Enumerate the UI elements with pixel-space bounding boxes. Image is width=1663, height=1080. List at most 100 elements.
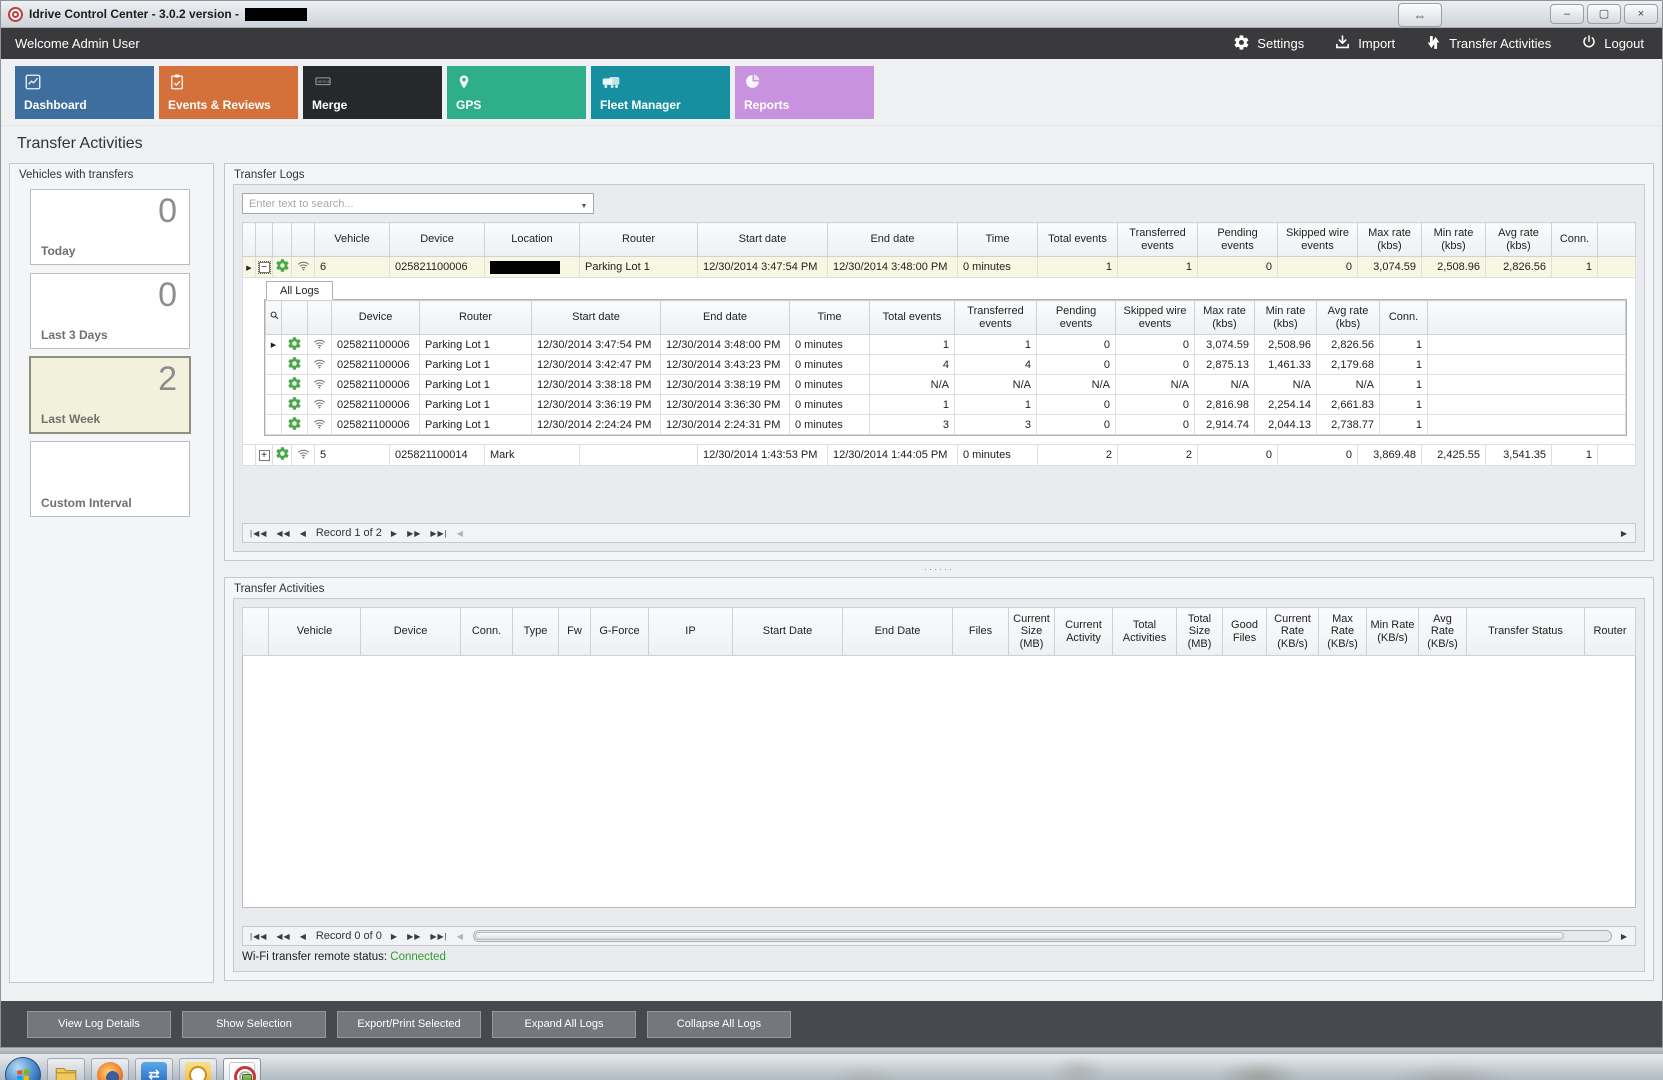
column-header[interactable]: Vehicle	[315, 223, 390, 257]
column-header[interactable]: Start Date	[733, 608, 843, 656]
column-header[interactable]: Conn.	[1552, 223, 1598, 257]
next-page-button[interactable]	[407, 932, 421, 941]
outlook-icon[interactable]	[179, 1058, 217, 1080]
column-header[interactable]: Router	[580, 223, 698, 257]
column-header[interactable]: Total Activities	[1113, 608, 1177, 656]
column-header[interactable]: Current Rate (KB/s)	[1267, 608, 1319, 656]
detail-log-row[interactable]: 025821100006 Parking Lot 1 12/30/2014 3:…	[266, 355, 1626, 375]
expand-row-button[interactable]	[256, 445, 273, 466]
column-header[interactable]: IP	[649, 608, 733, 656]
logout-button[interactable]: Logout	[1581, 34, 1644, 54]
tab-gps[interactable]: GPS	[447, 66, 586, 119]
column-header[interactable]: Transferred events	[1118, 223, 1198, 257]
column-header[interactable]: Skipped wire events	[1116, 301, 1195, 335]
minimize-button[interactable]: –	[1550, 4, 1584, 24]
settings-button[interactable]: Settings	[1233, 34, 1304, 54]
last-record-button[interactable]	[430, 529, 447, 538]
column-header[interactable]: Conn.	[1380, 301, 1428, 335]
footer-button[interactable]: Export/Print Selected	[337, 1011, 481, 1038]
prev-record-button[interactable]	[300, 529, 307, 538]
chevron-down-icon[interactable]	[575, 195, 593, 213]
column-header[interactable]: Conn.	[461, 608, 513, 656]
column-header[interactable]: Router	[1585, 608, 1636, 656]
first-record-button[interactable]	[250, 932, 267, 941]
column-header[interactable]: Skipped wire events	[1278, 223, 1358, 257]
tab-merge[interactable]: Merge	[303, 66, 442, 119]
all-logs-tab[interactable]: All Logs	[266, 281, 333, 300]
idrive-app-icon[interactable]	[223, 1058, 261, 1080]
column-header[interactable]: End Date	[843, 608, 953, 656]
explorer-icon[interactable]	[47, 1058, 85, 1080]
column-header[interactable]: Transfer Status	[1467, 608, 1585, 656]
column-header[interactable]: Device	[390, 223, 485, 257]
footer-button[interactable]: Collapse All Logs	[647, 1011, 791, 1038]
search-icon[interactable]	[266, 301, 282, 335]
scroll-right-icon[interactable]	[1621, 932, 1628, 941]
column-header[interactable]: Time	[958, 223, 1038, 257]
footer-button[interactable]: Expand All Logs	[492, 1011, 636, 1038]
column-header[interactable]: End date	[661, 301, 790, 335]
import-button[interactable]: Import	[1334, 34, 1395, 54]
column-header[interactable]: Device	[332, 301, 420, 335]
next-record-button[interactable]	[391, 932, 398, 941]
column-header[interactable]: Avg Rate (KB/s)	[1419, 608, 1467, 656]
search-input[interactable]	[243, 198, 575, 210]
log-row[interactable]: 6 025821100006 Parking Lot 1 12/30/2014 …	[243, 257, 1636, 278]
tab-events-reviews[interactable]: Events & Reviews	[159, 66, 298, 119]
detail-log-row[interactable]: 025821100006 Parking Lot 1 12/30/2014 2:…	[266, 415, 1626, 435]
column-header[interactable]: G-Force	[591, 608, 649, 656]
detail-log-row[interactable]: 025821100006 Parking Lot 1 12/30/2014 3:…	[266, 395, 1626, 415]
tab-dashboard[interactable]: Dashboard	[15, 66, 154, 119]
close-button[interactable]: ×	[1624, 4, 1658, 24]
column-header[interactable]: End date	[828, 223, 958, 257]
filter-card-today[interactable]: 0 Today	[30, 189, 190, 265]
horizontal-scrollbar[interactable]	[473, 930, 1612, 942]
column-header[interactable]: Max Rate (KB/s)	[1319, 608, 1367, 656]
teamviewer-icon[interactable]	[135, 1058, 173, 1080]
first-record-button[interactable]	[250, 529, 267, 538]
quickconnect-button[interactable]: ⇔	[1398, 3, 1442, 27]
tab-reports[interactable]: Reports	[735, 66, 874, 119]
column-header[interactable]: Max rate (kbs)	[1195, 301, 1255, 335]
transfer-activities-button[interactable]: Transfer Activities	[1425, 34, 1551, 54]
column-header[interactable]: Total Size (MB)	[1177, 608, 1223, 656]
last-record-button[interactable]	[430, 932, 447, 941]
footer-button[interactable]: Show Selection	[182, 1011, 326, 1038]
column-header[interactable]: Current Size (MB)	[1009, 608, 1055, 656]
panel-splitter[interactable]	[224, 561, 1654, 577]
search-box[interactable]	[242, 193, 594, 214]
column-header[interactable]: Pending events	[1037, 301, 1116, 335]
scroll-left-icon[interactable]	[457, 932, 464, 941]
filter-card-custom-interval[interactable]: Custom Interval	[30, 441, 190, 517]
log-row[interactable]: 5 025821100014 Mark 12/30/2014 1:43:53 P…	[243, 445, 1636, 466]
column-header[interactable]: Start date	[532, 301, 661, 335]
detail-log-row[interactable]: 025821100006 Parking Lot 1 12/30/2014 3:…	[266, 375, 1626, 395]
column-header[interactable]: Fw	[559, 608, 591, 656]
column-header[interactable]: Router	[420, 301, 532, 335]
filter-card-last-week[interactable]: 2 Last Week	[30, 357, 190, 433]
column-header[interactable]: Total events	[870, 301, 955, 335]
column-header[interactable]: Transferred events	[955, 301, 1037, 335]
column-header[interactable]: Good Files	[1223, 608, 1267, 656]
scrollbar-thumb[interactable]	[475, 932, 1565, 940]
prev-page-button[interactable]	[276, 529, 290, 538]
firefox-icon[interactable]	[91, 1058, 129, 1080]
maximize-button[interactable]: ▢	[1587, 4, 1621, 24]
column-header[interactable]: Max rate (kbs)	[1358, 223, 1422, 257]
tab-fleet-manager[interactable]: Fleet Manager	[591, 66, 730, 119]
column-header[interactable]: Start date	[698, 223, 828, 257]
column-header[interactable]: Time	[790, 301, 870, 335]
column-header[interactable]: Type	[513, 608, 559, 656]
column-header[interactable]: Vehicle	[269, 608, 361, 656]
column-header[interactable]: Min Rate (KB/s)	[1367, 608, 1419, 656]
scroll-left-icon[interactable]	[457, 529, 464, 538]
column-header[interactable]: Min rate (kbs)	[1255, 301, 1317, 335]
next-page-button[interactable]	[407, 529, 421, 538]
column-header[interactable]: Current Activity	[1055, 608, 1113, 656]
column-header[interactable]: Avg rate (kbs)	[1317, 301, 1380, 335]
column-header[interactable]: Location	[485, 223, 580, 257]
footer-button[interactable]: View Log Details	[27, 1011, 171, 1038]
detail-log-row[interactable]: ▶ 025821100006 Parking Lot 1 12/30/2014 …	[266, 335, 1626, 355]
column-header[interactable]: Pending events	[1198, 223, 1278, 257]
filter-card-last-3-days[interactable]: 0 Last 3 Days	[30, 273, 190, 349]
